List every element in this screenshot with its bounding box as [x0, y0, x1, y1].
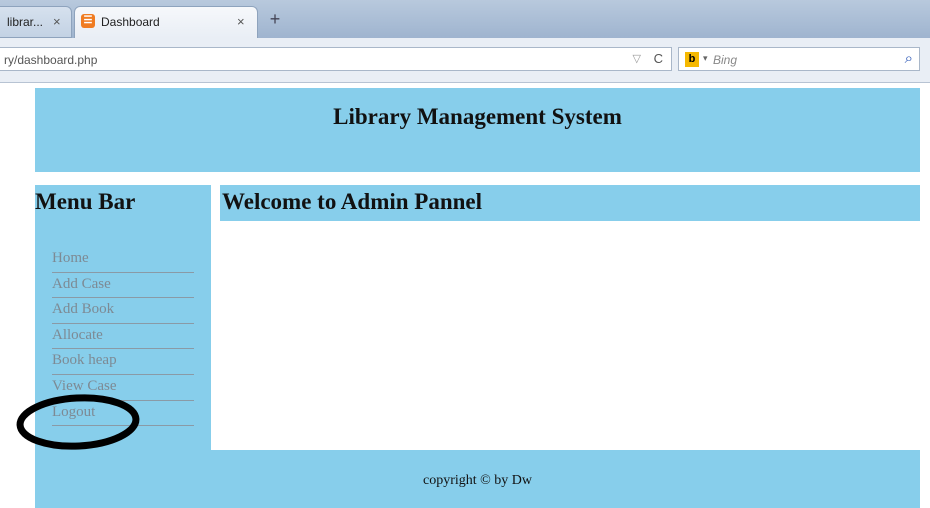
- annotation-ellipse: [16, 394, 140, 450]
- reload-icon[interactable]: C: [654, 51, 663, 66]
- address-url: ry/dashboard.php: [4, 53, 98, 67]
- tab-dashboard[interactable]: ☰ Dashboard ×: [74, 6, 258, 38]
- close-icon[interactable]: ×: [53, 14, 61, 29]
- welcome-heading: Welcome to Admin Pannel: [222, 189, 483, 214]
- bing-icon[interactable]: b: [685, 52, 699, 67]
- sidebar-item-allocate[interactable]: Allocate: [52, 324, 194, 350]
- new-tab-button[interactable]: +: [262, 8, 288, 32]
- welcome-banner: Welcome to Admin Pannel: [220, 185, 920, 221]
- sidebar-item-add-case[interactable]: Add Case: [52, 273, 194, 299]
- history-dropdown-icon[interactable]: ▽: [633, 52, 641, 65]
- tab-library-label: librar...: [7, 15, 44, 29]
- page-title: Library Management System: [333, 104, 622, 129]
- page-footer: copyright © by Dw: [35, 450, 920, 508]
- search-placeholder: Bing: [713, 53, 738, 67]
- search-icon[interactable]: ⌕: [905, 50, 913, 67]
- sidebar-item-book-heap[interactable]: Book heap: [52, 349, 194, 375]
- sidebar-item-home[interactable]: Home: [52, 247, 194, 273]
- tab-dashboard-label: Dashboard: [101, 15, 160, 29]
- close-icon[interactable]: ×: [237, 14, 245, 29]
- sidebar-heading: Menu Bar: [35, 189, 136, 214]
- browser-tab-strip: librar... × ☰ Dashboard × +: [0, 0, 930, 38]
- browser-navigation-bar: ry/dashboard.php ▽ C b ▾ Bing ⌕: [0, 38, 930, 83]
- page-favicon-icon: ☰: [81, 14, 95, 28]
- copyright-text: copyright © by Dw: [422, 473, 532, 488]
- page-header: Library Management System: [35, 88, 920, 172]
- address-bar[interactable]: ry/dashboard.php ▽ C: [0, 47, 672, 71]
- main-content: Welcome to Admin Pannel: [211, 185, 920, 450]
- sidebar-item-add-book[interactable]: Add Book: [52, 298, 194, 324]
- chevron-down-icon[interactable]: ▾: [703, 53, 708, 64]
- search-input[interactable]: b ▾ Bing ⌕: [678, 47, 920, 71]
- tab-library[interactable]: librar... ×: [0, 6, 72, 38]
